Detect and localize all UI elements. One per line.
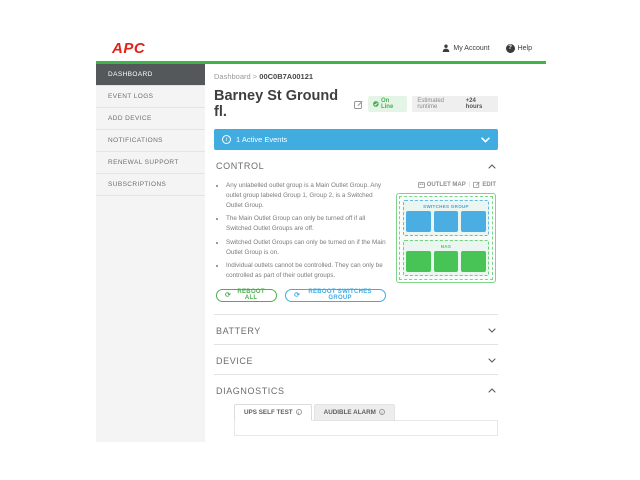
status-badge: On Line (368, 96, 408, 112)
section-diagnostics: DIAGNOSTICS UPS SELF TEST i AUDIBLE ALAR… (214, 373, 498, 436)
top-bar: APC My Account ? Help (96, 35, 546, 61)
sidebar-item-event-logs[interactable]: EVENT LOGS (96, 86, 205, 108)
runtime-badge: Estimated runtime +24 hours (412, 96, 498, 112)
outlet-group-label: SWITCHES GROUP (423, 204, 469, 209)
active-events-banner[interactable]: i 1 Active Events (214, 129, 498, 150)
outlet-main[interactable] (461, 251, 487, 272)
outlet-main[interactable] (406, 251, 431, 272)
sidebar: DASHBOARD EVENT LOGS ADD DEVICE NOTIFICA… (96, 64, 205, 442)
info-icon: i (222, 135, 231, 144)
page-title: Barney St Ground fl. (214, 88, 339, 120)
outlet-main[interactable] (433, 251, 459, 272)
control-rule: Individual outlets cannot be controlled.… (226, 261, 386, 281)
tab-audible-alarm[interactable]: AUDIBLE ALARM i (313, 403, 395, 421)
sidebar-item-renewal-support[interactable]: RENEWAL SUPPORT (96, 152, 205, 174)
info-icon: i (295, 409, 302, 416)
sidebar-item-add-device[interactable]: ADD DEVICE (96, 108, 205, 130)
diagnostics-tabs: UPS SELF TEST i AUDIBLE ALARM i (234, 403, 498, 421)
apc-logo: APC (112, 39, 146, 57)
outlet-switch[interactable] (461, 211, 487, 232)
section-battery: BATTERY (214, 313, 498, 344)
help-label: Help (517, 44, 532, 52)
edit-link[interactable]: EDIT (473, 181, 496, 188)
breadcrumb: Dashboard > 00C0B7A00121 (214, 72, 498, 81)
outlet-group-main: NAS (403, 240, 489, 276)
device-title-row: Barney St Ground fl. On Line Estimated r… (214, 88, 498, 120)
link-separator: | (468, 181, 471, 188)
outlet-map: SWITCHES GROUP NAS (396, 193, 496, 283)
active-events-label: 1 Active Events (236, 135, 288, 144)
chevron-down-icon (481, 136, 490, 143)
control-rule: The Main Outlet Group can only be turned… (226, 214, 386, 234)
chevron-down-icon (488, 328, 496, 334)
my-account-link[interactable]: My Account (442, 44, 490, 52)
outlet-switch[interactable] (433, 211, 459, 232)
breadcrumb-parent[interactable]: Dashboard (214, 72, 251, 81)
main-content: Dashboard > 00C0B7A00121 Barney St Groun… (205, 64, 546, 442)
reboot-switches-group-button[interactable]: ⟳ REBOOT SWITCHES GROUP (285, 288, 386, 302)
control-body: Any unlabelled outlet group is a Main Ou… (214, 179, 498, 314)
outlet-map-links: OUTLET MAP | EDIT (396, 181, 496, 188)
section-header-control[interactable]: CONTROL (214, 150, 498, 179)
outlet-switch[interactable] (406, 211, 431, 232)
tab-panel (234, 419, 498, 436)
map-icon (417, 181, 425, 188)
check-circle-icon (373, 101, 379, 107)
help-link[interactable]: ? Help (505, 43, 532, 53)
my-account-label: My Account (453, 44, 490, 52)
sidebar-item-notifications[interactable]: NOTIFICATIONS (96, 130, 205, 152)
sidebar-item-dashboard[interactable]: DASHBOARD (96, 64, 205, 86)
topbar-actions: My Account ? Help (442, 43, 532, 53)
tab-ups-self-test[interactable]: UPS SELF TEST i (234, 403, 312, 421)
control-buttons: ⟳ REBOOT ALL ⟳ REBOOT SWITCHES GROUP (216, 288, 386, 302)
control-rule: Any unlabelled outlet group is a Main Ou… (226, 181, 386, 210)
help-icon: ? (505, 43, 515, 53)
chevron-up-icon (488, 388, 496, 393)
chevron-up-icon (488, 163, 496, 169)
diagnostics-content: UPS SELF TEST i AUDIBLE ALARM i (214, 403, 498, 436)
info-icon: i (378, 409, 385, 416)
section-device: DEVICE (214, 343, 498, 374)
section-header-battery[interactable]: BATTERY (214, 315, 498, 344)
runtime-value: +24 hours (465, 98, 483, 110)
outlet-group-switches: SWITCHES GROUP (403, 200, 489, 236)
sidebar-item-subscriptions[interactable]: SUBSCRIPTIONS (96, 174, 205, 196)
breadcrumb-current: 00C0B7A00121 (259, 72, 314, 81)
refresh-icon: ⟳ (294, 291, 301, 299)
reboot-all-button[interactable]: ⟳ REBOOT ALL (216, 288, 278, 302)
outlet-map-link[interactable]: OUTLET MAP (417, 181, 466, 188)
status-label: On Line (380, 98, 394, 110)
control-rules-list: Any unlabelled outlet group is a Main Ou… (216, 181, 386, 281)
pencil-icon (473, 181, 481, 188)
control-rule: Switched Outlet Groups can only be turne… (226, 238, 386, 258)
chevron-down-icon (488, 358, 496, 364)
section-header-device[interactable]: DEVICE (214, 345, 498, 374)
edit-title-icon[interactable] (354, 100, 363, 109)
breadcrumb-separator: > (252, 72, 258, 81)
person-icon (442, 44, 450, 52)
app-window: APC My Account ? Help DASHBOARD EVENT LO… (96, 35, 546, 442)
runtime-label: Estimated runtime (417, 98, 445, 110)
control-title: CONTROL (216, 161, 265, 171)
outlet-group-label: NAS (440, 244, 452, 249)
section-header-diagnostics[interactable]: DIAGNOSTICS (214, 375, 498, 404)
refresh-icon: ⟳ (225, 291, 232, 299)
